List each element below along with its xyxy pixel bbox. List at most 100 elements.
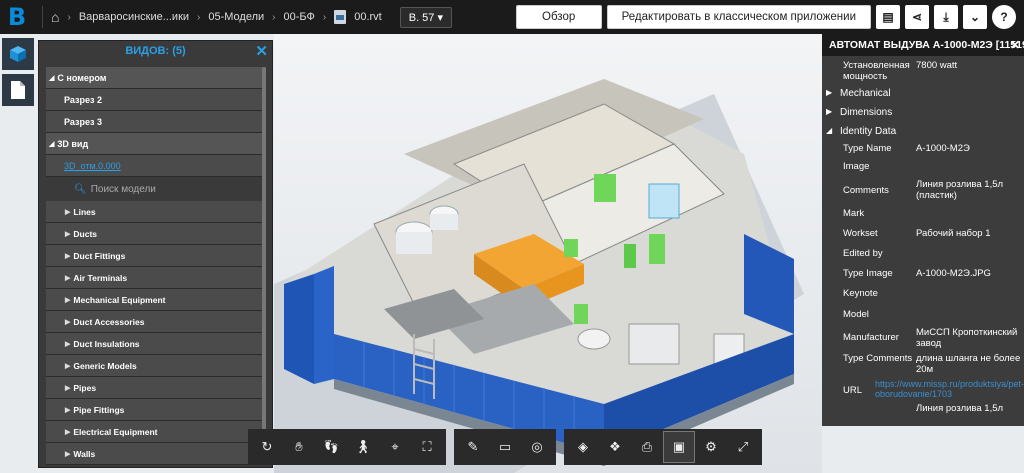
fit-view-icon[interactable]: ⛶ bbox=[412, 432, 442, 462]
section-mechanical[interactable]: ▶ Mechanical bbox=[822, 84, 1024, 103]
prop-key bbox=[822, 403, 916, 414]
chevron-right-icon: ▶ bbox=[65, 384, 71, 392]
home-icon[interactable]: ⌂ bbox=[51, 9, 59, 25]
close-icon[interactable]: ✕ bbox=[1010, 38, 1020, 52]
category-item[interactable]: ▶ Ducts bbox=[46, 223, 266, 245]
category-item[interactable]: ▶ Duct Insulations bbox=[46, 333, 266, 355]
camera-icon[interactable]: ⌖ bbox=[380, 432, 410, 462]
prop-row: Edited by bbox=[822, 243, 1024, 264]
views-panel: ВИДОВ: (5) ✕ ◢ С номером Разрез 2 Разрез … bbox=[38, 40, 273, 468]
app-logo[interactable]: B bbox=[0, 0, 34, 34]
category-item[interactable]: ▶ Pipe Fittings bbox=[46, 399, 266, 421]
category-item[interactable]: ▶ Mechanical Equipment bbox=[46, 289, 266, 311]
chevron-right-icon: ▶ bbox=[65, 362, 71, 370]
category-label: Electrical Equipment bbox=[73, 426, 158, 437]
model-viewport[interactable] bbox=[274, 34, 822, 473]
prop-value: 7800 watt bbox=[916, 60, 958, 71]
prop-value bbox=[916, 208, 1024, 219]
prop-row: URL https://www.missp.ru/produktsiya/pet-… bbox=[822, 377, 1024, 401]
chevron-right-icon: ▶ bbox=[65, 406, 71, 414]
comment-add-icon[interactable]: ▭ bbox=[490, 432, 520, 462]
share-icon[interactable]: ⋖ bbox=[905, 5, 929, 29]
prop-row: Model bbox=[822, 304, 1024, 325]
download-icon[interactable]: ⤓ bbox=[934, 5, 958, 29]
header-actions: Обзор Редактировать в классическом прило… bbox=[515, 5, 1016, 29]
category-item[interactable]: ▶ Lines bbox=[46, 201, 266, 223]
tree-group-3d[interactable]: ◢ 3D вид bbox=[46, 133, 266, 155]
prop-value: А-1000-М2Э.JPG bbox=[916, 268, 991, 279]
breadcrumb-item-folder[interactable]: 00-БФ bbox=[284, 11, 315, 23]
pan-hand-icon[interactable]: ✋︎ bbox=[284, 432, 314, 462]
cube-icon[interactable]: ◈ bbox=[568, 432, 598, 462]
category-item[interactable]: ▶ Electrical Equipment bbox=[46, 421, 266, 443]
pencil-icon[interactable]: ✎ bbox=[458, 432, 488, 462]
properties-panel: АВТОМАТ ВЫДУВА А-1000-М2Э [11519 ✕ Устан… bbox=[822, 34, 1024, 426]
category-item[interactable]: ▶ Duct Fittings bbox=[46, 245, 266, 267]
category-item[interactable]: ▶ Walls bbox=[46, 443, 266, 465]
model-search[interactable]: 🔍︎ Поиск модели bbox=[46, 177, 266, 201]
scrollbar[interactable] bbox=[262, 67, 266, 463]
category-item[interactable]: ▶ Generic Models bbox=[46, 355, 266, 377]
chevron-down-icon[interactable]: ⌄ bbox=[963, 5, 987, 29]
tree-item-3d-view[interactable]: 3D_отм.0.000 bbox=[46, 155, 266, 177]
category-item[interactable]: ▶ Pipes bbox=[46, 377, 266, 399]
tree-item-section-2[interactable]: Разрез 2 bbox=[46, 89, 266, 111]
person-icon[interactable]: 🚶︎ bbox=[348, 432, 378, 462]
chevron-right-icon: ▶ bbox=[65, 208, 71, 216]
breadcrumb: ⌂ › Варваросинские...ики › 05-Модели › 0… bbox=[51, 9, 382, 25]
prop-row: Manufacturer МиССП Кропоткинский завод bbox=[822, 325, 1024, 351]
overview-button[interactable]: Обзор bbox=[515, 5, 602, 29]
prop-row: Workset Рабочий набор 1 bbox=[822, 224, 1024, 243]
tree-group-label: 3D вид bbox=[57, 138, 89, 149]
chevron-right-icon: ▶ bbox=[65, 318, 71, 326]
close-icon[interactable]: ✕ bbox=[255, 42, 268, 60]
category-item[interactable]: ▶ Air Terminals bbox=[46, 267, 266, 289]
prop-row: Type Comments длина шланга не более 20м bbox=[822, 351, 1024, 377]
breadcrumb-item-models[interactable]: 05-Модели bbox=[208, 11, 264, 23]
prop-value: Рабочий набор 1 bbox=[916, 228, 991, 239]
chevron-right-icon: › bbox=[67, 11, 71, 23]
settings-gear-icon[interactable]: ⚙︎ bbox=[696, 432, 726, 462]
sheets-button[interactable] bbox=[2, 74, 34, 106]
divider bbox=[42, 6, 43, 28]
model-browser-button[interactable] bbox=[2, 38, 34, 70]
chevron-right-icon: ▶ bbox=[65, 428, 71, 436]
version-select[interactable]: В. 57 ▾ bbox=[399, 6, 453, 28]
search-icon: 🔍︎ bbox=[74, 183, 87, 195]
chevron-down-icon: ▾ bbox=[437, 11, 444, 24]
prop-row: Image bbox=[822, 156, 1024, 177]
fullscreen-icon[interactable]: ⤢ bbox=[728, 432, 758, 462]
category-label: Mechanical Equipment bbox=[73, 294, 166, 305]
eye-hide-icon[interactable]: ◎ bbox=[522, 432, 552, 462]
print-icon[interactable]: ⎙ bbox=[632, 432, 662, 462]
section-identity-data[interactable]: ◢ Identity Data bbox=[822, 122, 1024, 141]
prop-row: Установленная мощность 7800 watt bbox=[822, 56, 1024, 84]
properties-title: АВТОМАТ ВЫДУВА А-1000-М2Э [11519 ✕ bbox=[822, 34, 1024, 56]
tree-item-section-3[interactable]: Разрез 3 bbox=[46, 111, 266, 133]
category-label: Duct Fittings bbox=[73, 250, 126, 261]
prop-row: Type Name А-1000-М2Э bbox=[822, 141, 1024, 156]
explode-icon[interactable]: ❖ bbox=[600, 432, 630, 462]
footsteps-icon[interactable]: 👣︎ bbox=[316, 432, 346, 462]
category-label: Duct Insulations bbox=[73, 338, 140, 349]
url-link[interactable]: https://www.missp.ru/produktsiya/pet-obo… bbox=[875, 379, 1024, 399]
edit-classic-button[interactable]: Редактировать в классическом приложении bbox=[606, 5, 871, 29]
prop-row: Линия розлива 1,5л bbox=[822, 401, 1024, 416]
section-dimensions[interactable]: ▶ Dimensions bbox=[822, 103, 1024, 122]
comment-icon[interactable]: ▤ bbox=[876, 5, 900, 29]
tree-group-numbered[interactable]: ◢ С номером bbox=[46, 67, 266, 89]
prop-key: Type Name bbox=[843, 143, 892, 154]
toolbar-group-markup: ✎ ▭ ◎ bbox=[454, 429, 556, 465]
rotate-icon[interactable]: ↻ bbox=[252, 432, 282, 462]
chevron-right-icon: ▶ bbox=[65, 340, 71, 348]
breadcrumb-item-project[interactable]: Варваросинские...ики bbox=[79, 11, 189, 23]
category-label: Air Terminals bbox=[73, 272, 128, 283]
properties-icon[interactable]: ▣ bbox=[663, 431, 695, 463]
prop-value bbox=[916, 288, 1024, 299]
breadcrumb-item-file: 00.rvt bbox=[354, 11, 382, 23]
search-input[interactable]: Поиск модели bbox=[91, 184, 156, 195]
help-icon[interactable]: ? bbox=[992, 5, 1016, 29]
category-item[interactable]: ▶ Duct Accessories bbox=[46, 311, 266, 333]
chevron-right-icon: › bbox=[272, 11, 276, 23]
prop-key: Comments bbox=[843, 185, 889, 196]
